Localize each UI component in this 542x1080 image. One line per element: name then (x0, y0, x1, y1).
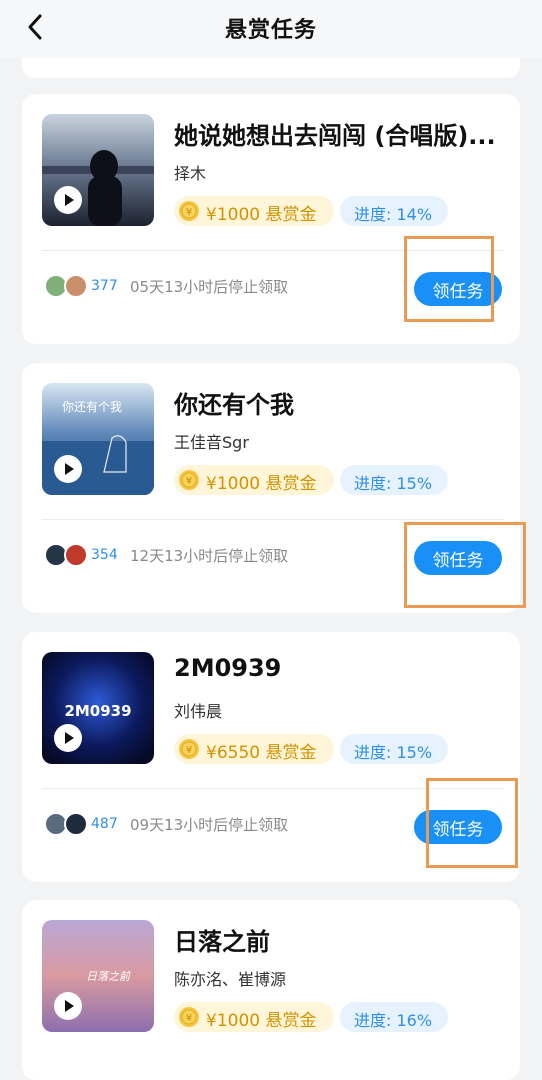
progress-badge: 进度: 14% (340, 196, 448, 226)
song-title[interactable]: 你还有个我 (174, 385, 514, 420)
progress-text: 进度: 16% (354, 1011, 433, 1030)
song-cover[interactable]: 你还有个我 (42, 383, 154, 495)
song-cover[interactable]: 2M0939 (42, 652, 154, 764)
participant-avatars[interactable]: 377 (44, 274, 121, 302)
reward-amount: ¥6550 悬赏金 (206, 743, 317, 763)
deadline-text: 05天13小时后停止领取 (130, 278, 289, 296)
reward-badge: ¥ ¥1000 悬赏金 (174, 1002, 334, 1032)
play-icon[interactable] (54, 455, 82, 483)
progress-badge: 进度: 16% (340, 1002, 448, 1032)
reward-badge: ¥ ¥6550 悬赏金 (174, 734, 334, 764)
participant-avatars[interactable]: 487 (44, 812, 121, 840)
play-icon[interactable] (54, 724, 82, 752)
divider (42, 250, 504, 251)
claim-task-button[interactable]: 领任务 (414, 272, 502, 306)
reward-amount: ¥1000 悬赏金 (206, 1011, 317, 1031)
song-title[interactable]: 她说她想出去闯闯 (合唱版)... (174, 116, 514, 151)
reward-amount: ¥1000 悬赏金 (206, 474, 317, 494)
divider (42, 519, 504, 520)
progress-text: 进度: 15% (354, 474, 433, 493)
song-title[interactable]: 2M0939 (174, 654, 514, 682)
progress-text: 进度: 15% (354, 743, 433, 762)
coin-icon: ¥ (179, 201, 199, 221)
reward-amount: ¥1000 悬赏金 (206, 205, 317, 225)
coin-icon: ¥ (179, 1007, 199, 1027)
song-title[interactable]: 日落之前 (174, 922, 514, 957)
avatar (64, 812, 88, 836)
task-card: 你还有个我 你还有个我 王佳音Sgr ¥ ¥1000 悬赏金 进度: 15% 3… (22, 363, 520, 613)
play-icon[interactable] (54, 186, 82, 214)
task-card: 日落之前 日落之前 陈亦洺、崔博源 ¥ ¥1000 悬赏金 进度: 16% (22, 900, 520, 1080)
participant-avatars[interactable]: 354 (44, 543, 121, 571)
artist-name: 刘伟晨 (174, 702, 223, 721)
divider (42, 788, 504, 789)
claim-task-button[interactable]: 领任务 (414, 810, 502, 844)
deadline-text: 09天13小时后停止领取 (130, 816, 289, 834)
participant-count: 377 (88, 277, 121, 295)
progress-text: 进度: 14% (354, 205, 433, 224)
task-card: 2M0939 2M0939 刘伟晨 ¥ ¥6550 悬赏金 进度: 15% 48… (22, 632, 520, 882)
progress-badge: 进度: 15% (340, 734, 448, 764)
progress-badge: 进度: 15% (340, 465, 448, 495)
reward-badge: ¥ ¥1000 悬赏金 (174, 196, 334, 226)
avatar (64, 543, 88, 567)
previous-card-stub (22, 58, 520, 78)
play-icon[interactable] (54, 992, 82, 1020)
song-cover[interactable] (42, 114, 154, 226)
svg-text:¥: ¥ (186, 207, 192, 218)
cover-art-text: 你还有个我 (62, 400, 122, 414)
song-cover[interactable]: 日落之前 (42, 920, 154, 1032)
deadline-text: 12天13小时后停止领取 (130, 547, 289, 565)
task-card: 她说她想出去闯闯 (合唱版)... 择木 ¥ ¥1000 悬赏金 进度: 14%… (22, 94, 520, 344)
coin-icon: ¥ (179, 739, 199, 759)
svg-text:¥: ¥ (186, 476, 192, 487)
participant-count: 354 (88, 546, 121, 564)
coin-icon: ¥ (179, 470, 199, 490)
svg-text:¥: ¥ (186, 745, 192, 756)
reward-badge: ¥ ¥1000 悬赏金 (174, 465, 334, 495)
cover-art-text: 2M0939 (64, 702, 131, 720)
page-title: 悬赏任务 (224, 18, 317, 43)
header-bar: 悬赏任务 (0, 0, 542, 58)
avatar (64, 274, 88, 298)
artist-name: 王佳音Sgr (174, 433, 249, 452)
artist-name: 择木 (174, 164, 207, 183)
participant-count: 487 (88, 815, 121, 833)
claim-task-button[interactable]: 领任务 (414, 541, 502, 575)
svg-text:¥: ¥ (186, 1013, 192, 1024)
cover-art-text: 日落之前 (86, 970, 132, 983)
artist-name: 陈亦洺、崔博源 (174, 970, 287, 989)
